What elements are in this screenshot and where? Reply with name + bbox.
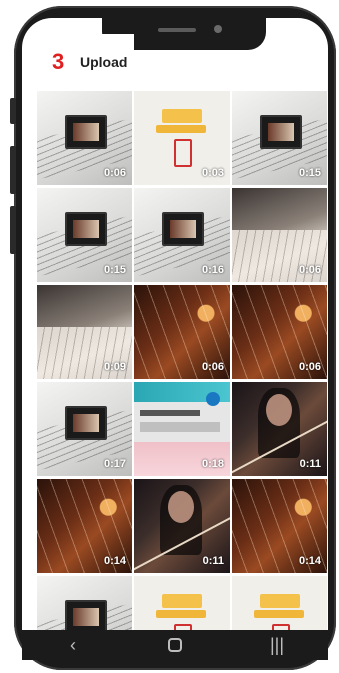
android-nav-bar: ‹ ||| [22, 630, 328, 660]
pause-icon [206, 392, 220, 406]
video-gallery-grid: 0:06 0:03 0:15 0:15 0:16 0:06 0:09 0:06 0:06 0:17… [37, 91, 328, 631]
video-duration: 0:18 [201, 458, 224, 470]
video-thumbnail[interactable]: 0:16 [134, 188, 230, 282]
video-duration: 0:14 [103, 555, 126, 567]
back-button[interactable]: ‹ [53, 635, 93, 656]
video-thumbnail[interactable]: 0:11 [232, 382, 327, 476]
video-duration: 0:16 [201, 264, 224, 276]
home-icon [168, 638, 182, 652]
video-duration: 0:11 [299, 458, 321, 470]
recents-button[interactable]: ||| [257, 635, 297, 656]
video-thumbnail[interactable]: 0:03 [134, 91, 230, 185]
video-thumbnail[interactable] [37, 576, 132, 631]
volume-up-button [10, 98, 16, 124]
laptop-art [65, 600, 107, 631]
laptop-art [260, 115, 302, 149]
front-camera [214, 25, 222, 33]
video-thumbnail[interactable]: 0:14 [37, 479, 132, 573]
laptop-art [162, 212, 204, 246]
step-header: 3 Upload [30, 34, 134, 90]
promo-tag-art [254, 610, 304, 618]
video-duration: 0:06 [103, 167, 126, 179]
video-duration: 0:03 [201, 167, 224, 179]
video-thumbnail[interactable]: 0:17 [37, 382, 132, 476]
promo-tag-art [156, 125, 206, 133]
promo-note-art [174, 139, 192, 167]
video-duration: 0:17 [103, 458, 126, 470]
video-duration: 0:15 [103, 264, 126, 276]
video-duration: 0:09 [103, 361, 126, 373]
laptop-art [65, 406, 107, 440]
laptop-art [65, 212, 107, 246]
app-text-art [140, 422, 220, 432]
power-button [10, 206, 16, 254]
promo-tag-art [260, 594, 300, 608]
step-title: Upload [80, 54, 128, 70]
face-art [168, 491, 194, 523]
video-thumbnail[interactable]: 0:14 [232, 479, 327, 573]
video-duration: 0:11 [202, 555, 224, 567]
speaker-grille [158, 28, 196, 32]
video-duration: 0:15 [298, 167, 321, 179]
volume-down-button [10, 146, 16, 194]
video-thumbnail[interactable]: 0:11 [134, 479, 230, 573]
promo-tag-art [156, 610, 206, 618]
video-duration: 0:06 [201, 361, 224, 373]
video-duration: 0:06 [298, 361, 321, 373]
video-thumbnail[interactable]: 0:06 [134, 285, 230, 379]
video-thumbnail[interactable]: 0:06 [37, 91, 132, 185]
video-thumbnail[interactable]: 0:06 [232, 188, 327, 282]
video-thumbnail[interactable]: 0:18 [134, 382, 230, 476]
video-thumbnail[interactable] [232, 576, 327, 631]
video-thumbnail[interactable]: 0:15 [37, 188, 132, 282]
video-thumbnail[interactable] [134, 576, 230, 631]
video-thumbnail[interactable]: 0:15 [232, 91, 327, 185]
step-number: 3 [52, 49, 65, 74]
video-duration: 0:14 [298, 555, 321, 567]
video-duration: 0:06 [298, 264, 321, 276]
laptop-art [65, 115, 107, 149]
home-button[interactable] [155, 638, 195, 652]
video-thumbnail[interactable]: 0:06 [232, 285, 327, 379]
promo-tag-art [162, 594, 202, 608]
face-art [266, 394, 292, 426]
app-text-art [140, 410, 200, 416]
video-thumbnail[interactable]: 0:09 [37, 285, 132, 379]
promo-tag-art [162, 109, 202, 123]
